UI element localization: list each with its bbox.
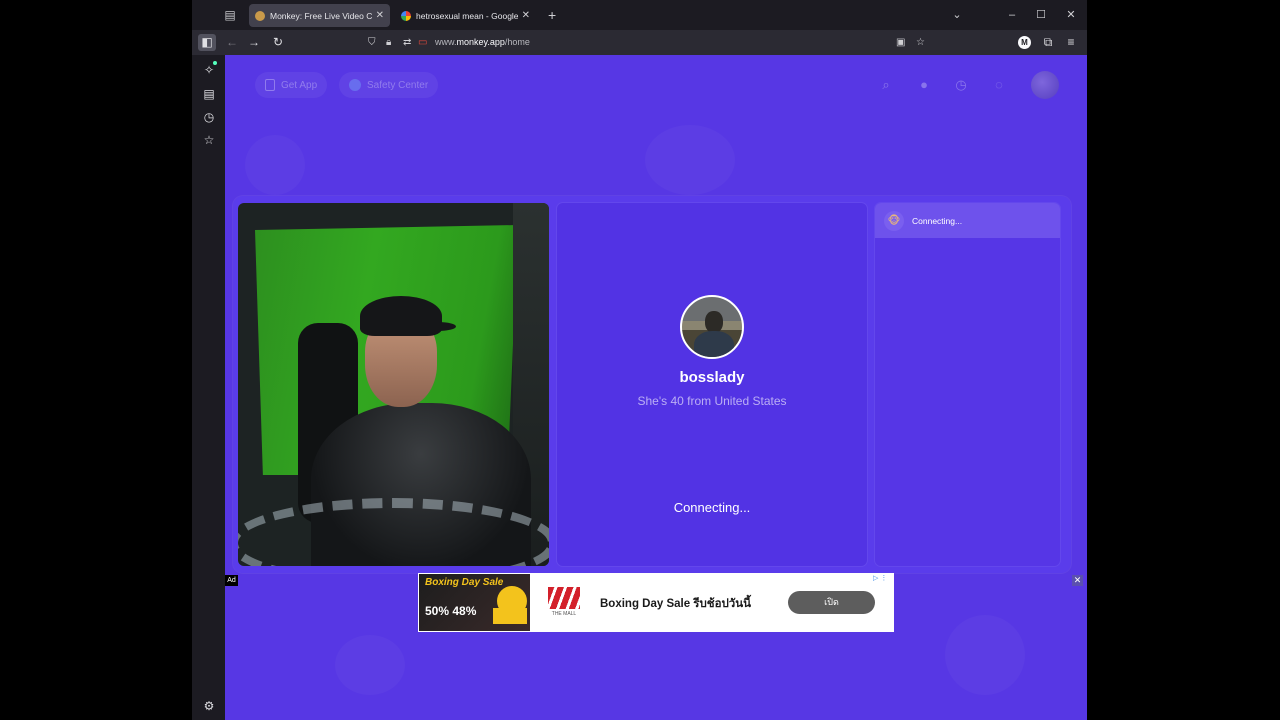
tracking-shield-icon[interactable]: ⛉ [368,35,376,50]
browser-window: ▤ Monkey: Free Live Video Chat ti ✕ hetr… [192,0,1087,720]
bookmarks-star-icon[interactable]: ☆ [200,131,218,149]
history-clock-icon[interactable]: ◷ [952,76,970,94]
ad-headline[interactable]: Boxing Day Sale รีบช้อปวันนี้ [600,595,751,613]
ad-label: Ad [225,575,238,586]
tab-close-icon[interactable]: ✕ [376,10,384,21]
minimize-button[interactable]: – [1004,7,1020,23]
background-doodle [335,635,405,695]
self-camera-video [238,203,549,566]
safety-center-button[interactable]: Safety Center [339,72,439,98]
tab-label: hetrosexual mean - Google Sea [416,10,518,21]
tab-overflow-chevron-icon[interactable]: ⌄ [949,7,965,23]
chat-message-panel: 🐵︎ Connecting... [875,203,1060,566]
ad-choices-icon[interactable]: ▷ ⋮ [873,574,887,582]
notification-dot [213,61,217,65]
google-favicon-icon [401,10,411,21]
background-doodle [645,125,735,195]
navigation-bar: ◧ ← → ↻ ⛉ 🔒︎ ⇄ ▭ www.monkey.app/home ▣ ☆… [192,30,1087,55]
coins-icon[interactable]: ● [915,76,933,94]
chat-message-text: Connecting... [912,215,963,226]
tab-monkey[interactable]: Monkey: Free Live Video Chat ti ✕ [249,4,390,27]
ad-banner[interactable]: Boxing Day Sale 50% 48% THE MALL Boxing … [418,573,894,632]
lock-icon[interactable]: 🔒︎ [386,35,391,50]
camera-sharing-icon[interactable]: ▭ [418,35,427,50]
profile-avatar[interactable] [1031,71,1059,99]
ad-close-button[interactable]: ✕ [1072,575,1083,586]
match-panel: bosslady She's 40 from United States Con… [557,203,867,566]
avatar-head [705,311,723,333]
monkey-icon: 🐵︎ [884,210,904,231]
match-subtitle: She's 40 from United States [637,394,787,408]
ad-image-title: Boxing Day Sale [425,577,504,588]
reader-view-icon[interactable]: ▣ [896,35,905,50]
ad-image-sticker [493,608,527,624]
browser-sidebar: ✧ ▤ ◷ ☆ ⚙ [192,55,225,720]
connection-status: Connecting... [673,500,751,515]
ad-sale-image[interactable]: Boxing Day Sale 50% 48% [419,574,530,631]
tab-google-search[interactable]: hetrosexual mean - Google Sea ✕ [395,4,536,27]
tab-list-icon[interactable]: ▤ [222,8,238,22]
history-clock-icon[interactable]: ◷ [200,108,218,126]
tab-label: Monkey: Free Live Video Chat ti [270,10,372,21]
sidebar-settings-gear-icon[interactable]: ⚙ [200,697,218,715]
get-app-button[interactable]: Get App [255,72,328,98]
person-cap [360,296,456,336]
avatar-body [694,331,734,357]
logo-text: THE MALL [551,611,577,617]
tab-strip: ▤ Monkey: Free Live Video Chat ti ✕ hetr… [192,0,1087,30]
get-app-label: Get App [281,79,318,91]
logo-mark [548,587,580,609]
reload-icon[interactable]: ↻ [269,34,287,51]
permissions-icon[interactable]: ⇄ [403,35,411,50]
extensions-puzzle-icon[interactable]: ⧉ [1039,34,1057,51]
monkey-app-page: Get App Safety Center ⌕ ● ◷ ◌ bosslady S… [225,55,1087,720]
maximize-button[interactable]: ☐ [1033,7,1049,23]
sidebar-toggle-icon[interactable]: ◧ [198,34,216,51]
phone-icon [265,79,275,91]
address-bar[interactable]: ⛉ 🔒︎ ⇄ ▭ www.monkey.app/home ▣ ☆ [362,32,942,53]
back-arrow-icon[interactable]: ← [223,34,241,51]
menu-hamburger-icon[interactable]: ≡ [1062,34,1080,51]
match-avatar [680,295,744,359]
ad-image-discount: 50% 48% [425,604,477,618]
search-icon[interactable]: ⌕ [877,76,895,94]
close-window-button[interactable]: ✕ [1063,7,1079,23]
match-name: bosslady [679,369,745,386]
tab-close-icon[interactable]: ✕ [522,10,530,21]
globe-shield-icon [349,79,361,91]
new-tab-button[interactable]: + [548,7,556,23]
monkey-favicon-icon [255,10,265,21]
safety-center-label: Safety Center [367,79,429,91]
messages-icon[interactable]: ◌ [990,76,1008,94]
background-doodle [945,615,1025,695]
forward-arrow-icon[interactable]: → [245,34,263,51]
url-text: www.monkey.app/home [435,37,530,47]
bookmark-star-icon[interactable]: ☆ [916,35,925,50]
synced-tabs-icon[interactable]: ▤ [200,85,218,103]
extension-badge[interactable]: M [1018,36,1031,49]
the-mall-logo: THE MALL [548,587,580,619]
background-doodle [245,135,305,195]
ad-open-button[interactable]: เปิด [788,591,875,614]
chat-message: 🐵︎ Connecting... [875,203,1060,238]
